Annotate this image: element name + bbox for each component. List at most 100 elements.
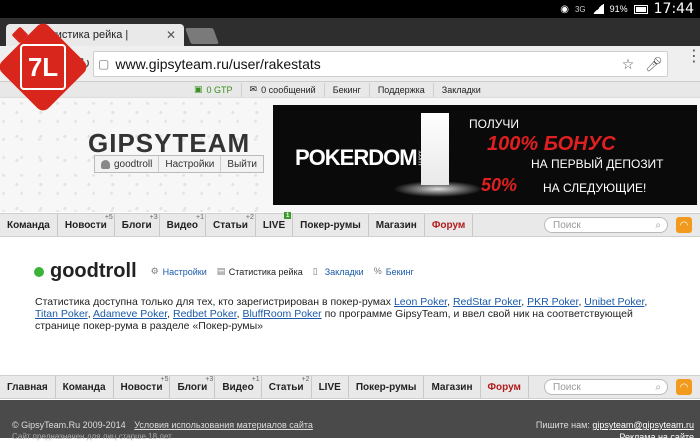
browser-toolbar: ← → ↻ ▢ www.gipsyteam.ru/user/rakestats … bbox=[0, 46, 700, 82]
nav-video[interactable]: Видео +1 bbox=[215, 376, 262, 398]
nav-shop[interactable]: Магазин bbox=[369, 214, 425, 236]
nav-count: +5 bbox=[160, 376, 169, 383]
nav-label: Видео bbox=[166, 219, 199, 231]
messages-label: 0 сообщений bbox=[261, 84, 316, 95]
search-input-bottom[interactable]: Поиск ⌕ bbox=[544, 379, 668, 395]
rss-icon[interactable]: ◠ bbox=[676, 217, 692, 233]
nav-forum[interactable]: Форум bbox=[425, 214, 474, 236]
nav-label: Видео bbox=[222, 381, 254, 393]
nav-team[interactable]: Команда bbox=[0, 214, 58, 236]
nav-label: Блоги bbox=[177, 381, 208, 393]
nav-label: Статьи bbox=[268, 381, 304, 393]
search-icon[interactable]: ⌕ bbox=[655, 220, 661, 231]
user-profile-link[interactable]: goodtroll bbox=[95, 156, 160, 172]
nav-label: Новости bbox=[120, 381, 163, 393]
new-tab-button[interactable] bbox=[185, 28, 219, 44]
nav-shop[interactable]: Магазин bbox=[424, 376, 481, 398]
logout-label: Выйти bbox=[227, 158, 258, 170]
nav-poker-rooms[interactable]: Покер-румы bbox=[293, 214, 369, 236]
nav-label: LIVE bbox=[262, 219, 286, 231]
url-text: www.gipsyteam.ru/user/rakestats bbox=[115, 56, 321, 72]
room-link-redbet[interactable]: Redbet Poker bbox=[173, 308, 237, 320]
ads-link[interactable]: Реклама на сайте bbox=[619, 432, 694, 442]
nav-forum[interactable]: Форум bbox=[481, 376, 529, 398]
messages-link[interactable]: ✉ 0 сообщений bbox=[242, 82, 325, 97]
nav-news[interactable]: Новости +5 bbox=[58, 214, 115, 236]
email-link[interactable]: gipsyteam@gipsyteam.ru bbox=[592, 420, 694, 430]
chart-icon: ▤ bbox=[216, 266, 226, 276]
gtp-icon: ▣ bbox=[194, 84, 203, 94]
profile-bookmarks-link[interactable]: ▯ Закладки bbox=[313, 267, 364, 277]
room-link-unibet[interactable]: Unibet Poker bbox=[584, 296, 644, 308]
settings-button[interactable]: Настройки bbox=[159, 156, 222, 172]
user-icon bbox=[101, 159, 110, 169]
nav-blogs[interactable]: Блоги +3 bbox=[170, 376, 216, 398]
bookmark-icon: ▯ bbox=[312, 266, 318, 276]
browser-menu-icon[interactable]: ⋮ bbox=[686, 49, 700, 65]
nav-label: LIVE bbox=[318, 381, 341, 393]
nav-video[interactable]: Видео +1 bbox=[160, 214, 207, 236]
pokerdom-logo-text: POKERDOM bbox=[295, 145, 418, 170]
nav-live[interactable]: LIVE bbox=[312, 376, 349, 398]
gtp-link[interactable]: ▣ 0 GTP bbox=[186, 82, 242, 97]
close-tab-icon[interactable]: ✕ bbox=[166, 28, 184, 42]
search-placeholder: Поиск bbox=[553, 381, 581, 393]
bookmarks-link[interactable]: Закладки bbox=[434, 83, 489, 97]
backing-link[interactable]: Бекинг bbox=[325, 82, 370, 97]
contact-label: Пишите нам: bbox=[535, 420, 590, 430]
support-link[interactable]: Поддержка bbox=[370, 82, 434, 97]
nav-count: +2 bbox=[245, 214, 254, 221]
bookmark-star-icon[interactable]: ☆ bbox=[615, 56, 641, 73]
terms-link[interactable]: Условия использования материалов сайта bbox=[134, 420, 313, 430]
nav-blogs[interactable]: Блоги +3 bbox=[115, 214, 160, 236]
envelope-icon: ✉ bbox=[249, 84, 258, 94]
nav-live[interactable]: LIVE 1 bbox=[256, 212, 294, 236]
nav-articles[interactable]: Статьи +2 bbox=[206, 214, 256, 236]
top-links-bar: ▣ 0 GTP ✉ 0 сообщений Бекинг Поддержка З… bbox=[0, 82, 700, 98]
clock: 17:44 bbox=[653, 1, 694, 17]
online-status-dot bbox=[34, 266, 44, 277]
search-icon[interactable]: ⌕ bbox=[655, 382, 661, 393]
userbar-username: goodtroll bbox=[114, 158, 153, 170]
user-bar: goodtroll Настройки Выйти bbox=[94, 155, 265, 173]
main-nav-bottom: Главная Команда Новости +5 Блоги +3 Видео +… bbox=[0, 375, 700, 399]
signal-icon bbox=[591, 4, 604, 14]
nav-count: +5 bbox=[104, 214, 113, 221]
pokerdom-banner[interactable]: POKERDOM.com ПОЛУЧИ 100% БОНУС НА ПЕРВЫЙ… bbox=[273, 105, 697, 205]
banner-line1: ПОЛУЧИ bbox=[469, 117, 519, 131]
nav-team[interactable]: Команда bbox=[56, 376, 114, 398]
nav-poker-rooms[interactable]: Покер-румы bbox=[349, 376, 425, 398]
link-label: Закладки bbox=[324, 266, 364, 277]
settings-label: Настройки bbox=[165, 158, 215, 170]
nav-label: Магазин bbox=[431, 381, 473, 393]
stats-intro: Статистика доступна только для тех, кто … bbox=[35, 296, 392, 308]
room-link-bluffroom[interactable]: BluffRoom Poker bbox=[242, 308, 321, 320]
room-link-adameve[interactable]: Adameve Poker bbox=[93, 308, 167, 320]
search-input[interactable]: Поиск ⌕ bbox=[544, 217, 668, 233]
nav-label: Форум bbox=[487, 381, 521, 393]
logout-button[interactable]: Выйти bbox=[221, 156, 263, 172]
bookmarks-label: Закладки bbox=[441, 84, 481, 95]
profile-rakestats-link[interactable]: ▤ Статистика рейка bbox=[217, 267, 303, 277]
backing-label: Бекинг bbox=[332, 84, 361, 95]
room-link-redstar[interactable]: RedStar Poker bbox=[453, 296, 521, 308]
profile-backing-link[interactable]: % Бекинг bbox=[374, 267, 414, 277]
room-link-leon[interactable]: Leon Poker bbox=[394, 296, 447, 308]
link-label: Бекинг bbox=[385, 266, 414, 277]
link-label: Настройки bbox=[162, 266, 207, 277]
banner-line3: НА ПЕРВЫЙ ДЕПОЗИТ bbox=[531, 157, 664, 171]
browser-tab-strip: Статистика рейка | ✕ bbox=[0, 18, 700, 46]
microphone-icon[interactable]: 🎤︎ bbox=[641, 56, 667, 73]
room-link-titan[interactable]: Titan Poker bbox=[35, 308, 88, 320]
rakestats-message: Статистика доступна только для тех, кто … bbox=[35, 296, 648, 332]
nav-news[interactable]: Новости +5 bbox=[114, 376, 171, 398]
support-label: Поддержка bbox=[377, 84, 425, 95]
rss-icon[interactable]: ◠ bbox=[676, 379, 692, 395]
nav-label: Блоги bbox=[121, 219, 152, 231]
nav-home[interactable]: Главная bbox=[0, 376, 56, 398]
room-link-pkr[interactable]: PKR Poker bbox=[527, 296, 578, 308]
footer-contact: Пишите нам: gipsyteam@gipsyteam.ru bbox=[536, 420, 694, 430]
nav-articles[interactable]: Статьи +2 bbox=[262, 376, 312, 398]
address-bar[interactable]: ▢ www.gipsyteam.ru/user/rakestats ☆ 🎤︎ bbox=[93, 51, 668, 77]
profile-settings-link[interactable]: ⚙ Настройки bbox=[151, 267, 207, 277]
